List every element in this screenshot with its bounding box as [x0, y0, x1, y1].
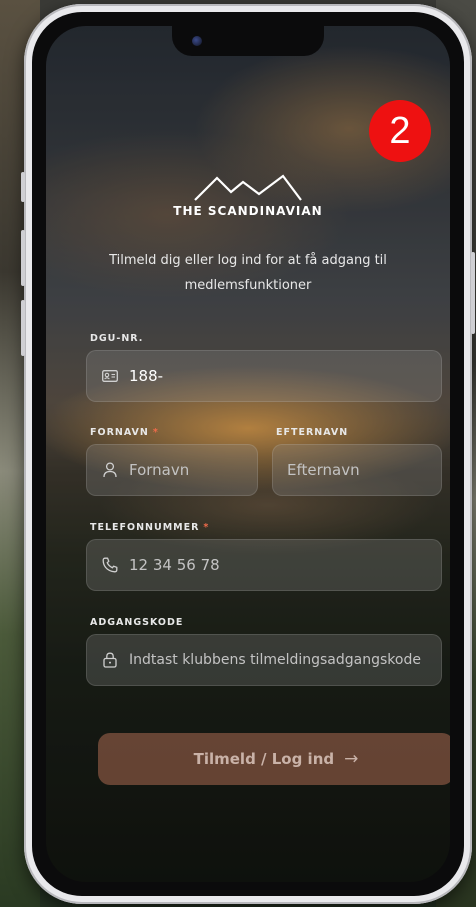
phone-power-button [471, 252, 475, 334]
adgangskode-placeholder: Indtast klubbens tilmeldingsadgangskode [129, 652, 421, 668]
phone-side-button [21, 172, 25, 202]
brand-name: THE SCANDINAVIAN [173, 204, 323, 218]
phone-bezel: 2 THE SCANDINAVIAN Tilmeld dig eller log… [32, 12, 464, 896]
dgu-label-text: DGU-NR. [90, 333, 144, 344]
adgangskode-label: ADGANGSKODE [90, 617, 183, 628]
phone-frame: 2 THE SCANDINAVIAN Tilmeld dig eller log… [21, 4, 475, 904]
telefon-label-text: TELEFONNUMMER [90, 522, 200, 533]
phone-icon [101, 556, 119, 574]
required-mark: * [152, 427, 159, 438]
required-mark: * [203, 522, 210, 533]
dgu-input[interactable]: 188- [86, 350, 442, 402]
camera-icon [192, 36, 202, 46]
efternavn-label: EFTERNAVN [276, 427, 348, 438]
arrow-right-icon: → [344, 749, 359, 769]
efternavn-placeholder: Efternavn [287, 461, 360, 479]
id-card-icon [101, 367, 119, 385]
user-icon [101, 461, 119, 479]
fornavn-label-text: FORNAVN [90, 427, 149, 438]
app-screen: 2 THE SCANDINAVIAN Tilmeld dig eller log… [46, 26, 450, 882]
step-badge: 2 [369, 100, 431, 162]
adgangskode-input[interactable]: Indtast klubbens tilmeldingsadgangskode [86, 634, 442, 686]
telefon-label: TELEFONNUMMER * [90, 522, 209, 533]
fornavn-label: FORNAVN * [90, 427, 159, 438]
fornavn-input[interactable]: Fornavn [86, 444, 258, 496]
phone-volume-down [21, 300, 25, 356]
phone-notch [172, 26, 324, 56]
efternavn-input[interactable]: Efternavn [272, 444, 442, 496]
submit-button[interactable]: Tilmeld / Log ind → [98, 733, 450, 785]
telefon-input[interactable]: 12 34 56 78 [86, 539, 442, 591]
dgu-label: DGU-NR. [90, 333, 143, 344]
brand-logo: THE SCANDINAVIAN [46, 174, 450, 218]
adgangskode-label-text: ADGANGSKODE [90, 617, 184, 628]
intro-text: Tilmeld dig eller log ind for at få adga… [109, 253, 387, 293]
phone-volume-up [21, 230, 25, 286]
submit-label: Tilmeld / Log ind [193, 750, 335, 768]
mountain-logo-icon [194, 174, 302, 201]
lock-icon [101, 651, 119, 669]
dgu-value: 188- [129, 367, 164, 385]
fornavn-placeholder: Fornavn [129, 461, 190, 479]
telefon-placeholder: 12 34 56 78 [129, 556, 220, 574]
efternavn-label-text: EFTERNAVN [276, 427, 349, 438]
